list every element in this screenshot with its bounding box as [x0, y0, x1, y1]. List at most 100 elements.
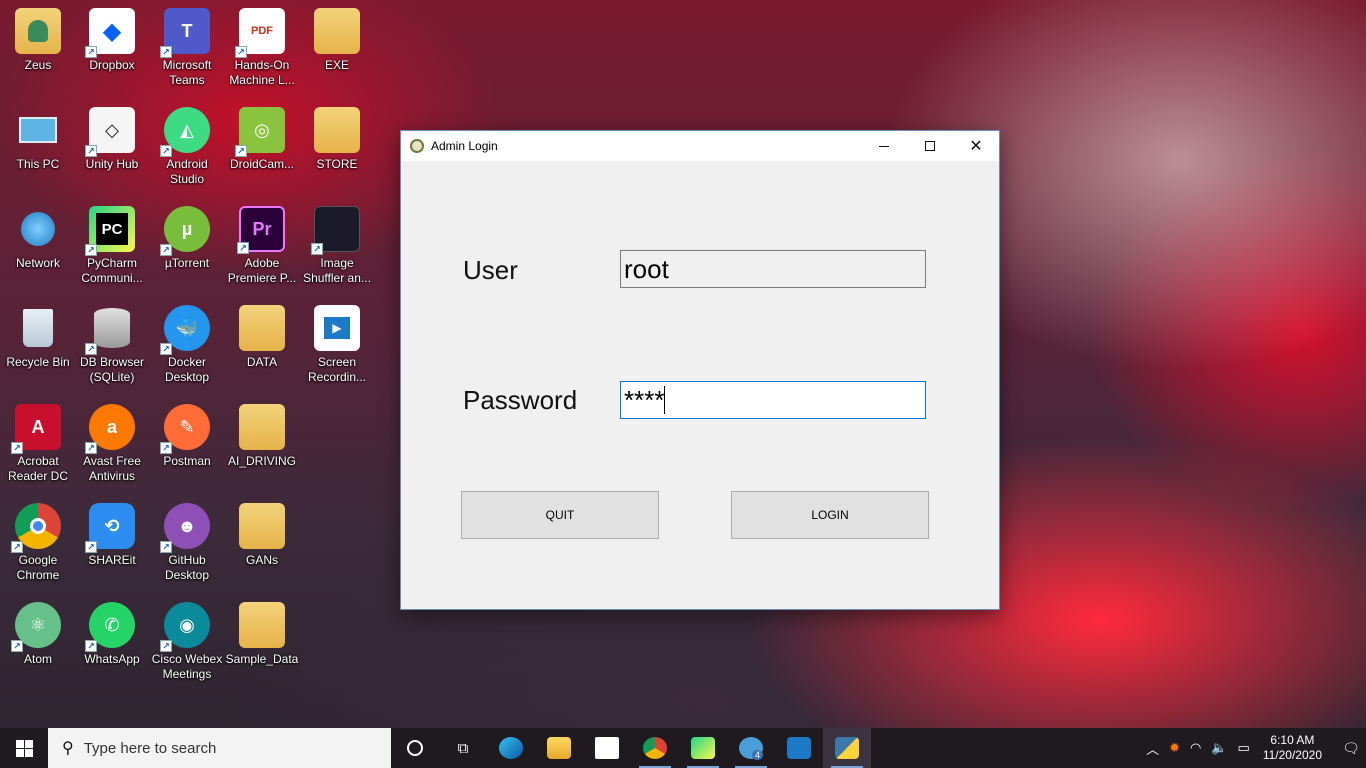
desktop-icon-label: Sample_Data: [225, 652, 299, 666]
desktop-icon-shareit[interactable]: ⟲ ↗ SHAREit: [74, 503, 150, 568]
taskbar-edge[interactable]: [487, 728, 535, 768]
database-icon: ↗: [85, 305, 135, 355]
docker-icon: 🐳 ↗: [160, 305, 210, 355]
folder-icon: [314, 8, 360, 54]
search-placeholder: Type here to search: [83, 739, 217, 757]
desktop-icon-atom[interactable]: ⚛ ↗ Atom: [0, 602, 76, 667]
desktop-icon-label: Screen Recordin...: [307, 355, 367, 384]
desktop-icon-label: DATA: [246, 355, 278, 369]
battery-icon[interactable]: ▭: [1238, 740, 1250, 756]
desktop-icon-label: Unity Hub: [85, 157, 139, 171]
python-icon: [835, 737, 859, 759]
desktop-icon-store[interactable]: STORE: [299, 107, 375, 172]
desktop-icon-avast[interactable]: a ↗ Avast Free Antivirus: [74, 404, 150, 484]
close-button[interactable]: ✕: [953, 131, 999, 161]
desktop-icon-gans[interactable]: GANs: [224, 503, 300, 568]
desktop-icon-dropbox[interactable]: ◆ ↗ Dropbox: [74, 8, 150, 73]
task-view-button[interactable]: ⧉: [439, 728, 487, 768]
folder-icon: [239, 404, 285, 450]
desktop-icon-label: Atom: [23, 652, 52, 666]
desktop-icon-sample-data[interactable]: Sample_Data: [224, 602, 300, 667]
taskbar-telegram[interactable]: 4: [727, 728, 775, 768]
taskbar-pycharm[interactable]: [679, 728, 727, 768]
desktop-icon-label: Avast Free Antivirus: [83, 454, 141, 483]
window-titlebar[interactable]: Admin Login ✕: [401, 131, 999, 161]
desktop-icon-label: Adobe Premiere P...: [227, 256, 297, 285]
login-form: User root Password **** QUIT LOGIN: [401, 161, 999, 609]
desktop-icon-android-studio[interactable]: ◭ ↗ Android Studio: [149, 107, 225, 187]
close-icon: ✕: [969, 138, 983, 155]
password-value: ****: [624, 385, 665, 415]
desktop-icon-pycharm[interactable]: PC ↗ PyCharm Communi...: [74, 206, 150, 286]
notification-button[interactable]: 🗨: [1336, 728, 1366, 768]
dropbox-icon: ◆ ↗: [85, 8, 135, 58]
desktop-icon-image-shuffler[interactable]: ↗ Image Shuffler an...: [299, 206, 375, 286]
desktop-icon-label: AI_DRIVING: [227, 454, 296, 468]
desktop-icon-exe[interactable]: EXE: [299, 8, 375, 73]
task-view-icon: ⧉: [457, 739, 469, 757]
desktop-icon-github-desktop[interactable]: ☻ ↗ GitHub Desktop: [149, 503, 225, 583]
volume-icon[interactable]: 🔈: [1211, 740, 1227, 756]
desktop-icon-data[interactable]: DATA: [224, 305, 300, 370]
teams-icon: T ↗: [160, 8, 210, 58]
minimize-button[interactable]: [861, 131, 907, 161]
desktop-icon-ai-driving[interactable]: AI_DRIVING: [224, 404, 300, 469]
desktop-icon-label: Hands-On Machine L...: [229, 58, 295, 87]
desktop-icon-pdf[interactable]: PDF ↗ Hands-On Machine L...: [224, 8, 300, 88]
desktop-icon-network[interactable]: Network: [0, 206, 76, 271]
desktop-icon-webex[interactable]: ◉ ↗ Cisco Webex Meetings: [149, 602, 225, 682]
maximize-button[interactable]: [907, 131, 953, 161]
start-button[interactable]: [0, 728, 48, 768]
desktop-icon-droidcam[interactable]: ◎ ↗ DroidCam...: [224, 107, 300, 172]
desktop-icon-zeus[interactable]: Zeus: [0, 8, 76, 73]
password-input[interactable]: ****: [620, 381, 926, 419]
cortana-button[interactable]: [391, 728, 439, 768]
telegram-badge: 4: [751, 750, 763, 760]
quit-button[interactable]: QUIT: [461, 491, 659, 539]
user-input[interactable]: root: [620, 250, 926, 288]
desktop-icon-docker[interactable]: 🐳 ↗ Docker Desktop: [149, 305, 225, 385]
minimize-icon: [879, 145, 889, 147]
desktop-icon-unity-hub[interactable]: ◇ ↗ Unity Hub: [74, 107, 150, 172]
clock-time: 6:10 AM: [1270, 733, 1315, 747]
desktop-icon-label: GitHub Desktop: [164, 553, 210, 582]
desktop-icon-label: Google Chrome: [16, 553, 60, 582]
chrome-icon: [643, 737, 667, 759]
desktop-icon-premiere[interactable]: Pr ↗ Adobe Premiere P...: [224, 206, 300, 286]
desktop-icon-teams[interactable]: T ↗ Microsoft Teams: [149, 8, 225, 88]
desktop-icon-utorrent[interactable]: µ ↗ µTorrent: [149, 206, 225, 271]
chevron-up-icon[interactable]: ︿: [1146, 739, 1159, 758]
premiere-icon: Pr ↗: [237, 206, 285, 254]
clock[interactable]: 6:10 AM 11/20/2020: [1263, 733, 1322, 763]
desktop-icon-label: Network: [15, 256, 60, 270]
login-button[interactable]: LOGIN: [731, 491, 929, 539]
taskbar-store[interactable]: [583, 728, 631, 768]
desktop-icon-acrobat[interactable]: A ↗ Acrobat Reader DC: [0, 404, 76, 484]
taskbar-chrome[interactable]: [631, 728, 679, 768]
taskbar-file-explorer[interactable]: [535, 728, 583, 768]
desktop-icon-label: Acrobat Reader DC: [7, 454, 69, 483]
desktop-icon-label: Microsoft Teams: [162, 58, 212, 87]
desktop-icon-label: Dropbox: [89, 58, 135, 72]
clock-date: 11/20/2020: [1262, 748, 1322, 762]
recycle-bin-icon: [15, 305, 61, 351]
desktop-icon-label: DB Browser (SQLite): [79, 355, 144, 384]
desktop-icon-label: SHAREit: [88, 553, 136, 567]
desktop-icon-chrome[interactable]: ↗ Google Chrome: [0, 503, 76, 583]
desktop-icon-this-pc[interactable]: This PC: [0, 107, 76, 172]
atom-icon: ⚛ ↗: [11, 602, 61, 652]
webex-icon: ◉ ↗: [160, 602, 210, 652]
desktop-icon-label: Image Shuffler an...: [303, 256, 371, 285]
desktop-icon-postman[interactable]: ✎ ↗ Postman: [149, 404, 225, 469]
desktop-icon-recycle-bin[interactable]: Recycle Bin: [0, 305, 76, 370]
avast-tray-icon[interactable]: ✹: [1169, 740, 1180, 756]
taskbar-search[interactable]: ⚲ Type here to search: [48, 728, 391, 768]
taskbar-video-app[interactable]: [775, 728, 823, 768]
chrome-icon: ↗: [11, 503, 61, 553]
admin-login-window: Admin Login ✕ User root Password **** QU…: [400, 130, 1000, 610]
wifi-icon[interactable]: ◠: [1190, 740, 1201, 756]
desktop-icon-db-browser[interactable]: ↗ DB Browser (SQLite): [74, 305, 150, 385]
desktop-icon-screen-recording[interactable]: ▶ Screen Recordin...: [299, 305, 375, 385]
taskbar-python-app[interactable]: [823, 728, 871, 768]
desktop-icon-whatsapp[interactable]: ✆ ↗ WhatsApp: [74, 602, 150, 667]
